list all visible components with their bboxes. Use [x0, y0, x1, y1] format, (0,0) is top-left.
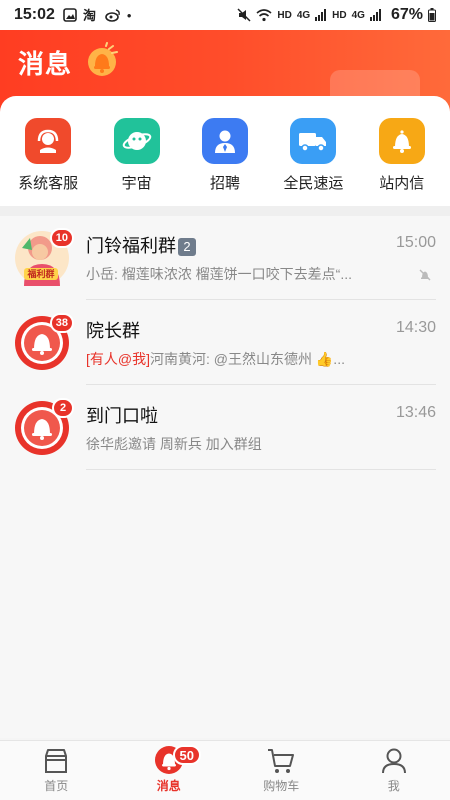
person-icon — [201, 118, 248, 164]
chat-preview: [有人@我]河南黄河: @王然山东德州 👍... — [86, 349, 386, 369]
quick-item-express[interactable]: 全民速运 — [270, 118, 356, 206]
tab-home[interactable]: 首页 — [0, 741, 113, 800]
doorbell-icon — [88, 42, 118, 76]
quick-label: 站内信 — [379, 175, 425, 192]
status-time: 15:02 — [14, 6, 55, 23]
status-dot: • — [126, 7, 132, 23]
quick-label: 全民速运 — [283, 175, 344, 192]
headset-icon — [25, 118, 72, 164]
section-divider — [0, 206, 450, 216]
tab-label: 我 — [387, 779, 400, 793]
truck-icon — [290, 118, 337, 164]
chat-time: 13:46 — [395, 404, 436, 421]
mention-tag: [有人@我] — [86, 351, 150, 367]
quick-item-universe[interactable]: 宇宙 — [94, 118, 180, 206]
bottom-tab-bar: 首页 50 消息 购物车 我 — [0, 740, 450, 800]
page-title: 消息 — [18, 49, 73, 79]
list-item[interactable]: 福利群 10 门铃福利群 2 15:00 小岳: 榴莲味浓浓 榴莲饼一口咬下去差点… — [0, 216, 450, 300]
gallery-icon — [63, 8, 77, 22]
list-item[interactable]: 38 院长群 14:30 [有人@我]河南黄河: @王然山东德州 👍... — [0, 301, 450, 385]
tab-messages[interactable]: 50 消息 — [113, 741, 226, 800]
chat-name: 门铃福利群 2 — [86, 232, 196, 258]
network-label-1: 4G — [296, 9, 311, 21]
message-list: 福利群 10 门铃福利群 2 15:00 小岳: 榴莲味浓浓 榴莲饼一口咬下去差点… — [0, 216, 450, 738]
unread-total-badge: 50 — [172, 745, 201, 765]
quick-item-inbox[interactable]: 站内信 — [359, 118, 445, 206]
list-item[interactable]: 2 到门口啦 13:46 徐华彪邀请 周新兵 加入群组 — [0, 386, 450, 470]
row-divider — [86, 299, 436, 300]
status-bar: 15:02 淘 • HD 4G HD 4G 67% — [0, 0, 450, 30]
quick-item-recruitment[interactable]: 招聘 — [182, 118, 268, 206]
wifi-icon — [256, 9, 272, 22]
chat-name: 院长群 — [86, 321, 140, 341]
chat-preview-text: 河南黄河: @王然山东德州 👍... — [150, 351, 345, 367]
quick-label: 招聘 — [209, 175, 240, 192]
svg-text:淘: 淘 — [83, 8, 96, 22]
tab-me[interactable]: 我 — [338, 741, 450, 800]
unread-badge: 2 — [52, 398, 74, 418]
chat-name-suffix: 2 — [178, 238, 196, 256]
signal-icon — [315, 9, 327, 21]
mute-icon — [237, 8, 251, 22]
cart-icon — [268, 749, 295, 773]
planet-icon — [113, 118, 160, 164]
avatar: 2 — [14, 398, 74, 456]
signal-icon — [369, 9, 381, 21]
quick-label: 系统客服 — [18, 175, 79, 192]
tab-cart[interactable]: 购物车 — [225, 741, 338, 800]
avatar-label: 福利群 — [27, 269, 55, 279]
unread-badge: 38 — [49, 313, 74, 333]
chat-name-text: 门铃福利群 — [86, 236, 176, 256]
network-label-2: 4G — [351, 9, 365, 21]
mute-notification-icon — [419, 269, 431, 281]
tab-label: 消息 — [156, 779, 181, 793]
shop-icon — [45, 749, 68, 773]
chat-time: 14:30 — [395, 319, 436, 336]
hd-label-2: HD — [332, 9, 347, 21]
user-icon — [381, 748, 406, 774]
chat-preview: 徐华彪邀请 周新兵 加入群组 — [86, 436, 262, 452]
battery-percent: 67% — [390, 6, 423, 23]
hd-label-1: HD — [277, 9, 292, 21]
battery-icon — [428, 8, 436, 22]
quick-label: 宇宙 — [121, 175, 152, 192]
tab-label: 首页 — [44, 779, 69, 793]
bell-icon — [378, 118, 425, 164]
quick-actions: 系统客服 宇宙 招聘 全民速运 站内信 — [0, 96, 450, 206]
tab-label: 购物车 — [263, 779, 300, 793]
avatar: 福利群 10 — [14, 228, 74, 286]
avatar: 38 — [14, 313, 74, 371]
taobao-icon: 淘 — [83, 8, 96, 22]
chat-time: 15:00 — [395, 234, 436, 251]
quick-item-customer-service[interactable]: 系统客服 — [5, 118, 91, 206]
row-divider — [86, 469, 436, 470]
chat-name: 到门口啦 — [86, 406, 158, 426]
chat-preview: 小岳: 榴莲味浓浓 榴莲饼一口咬下去差点“... — [86, 266, 352, 282]
unread-badge: 10 — [49, 228, 74, 248]
row-divider — [86, 384, 436, 385]
weibo-icon — [105, 9, 120, 22]
